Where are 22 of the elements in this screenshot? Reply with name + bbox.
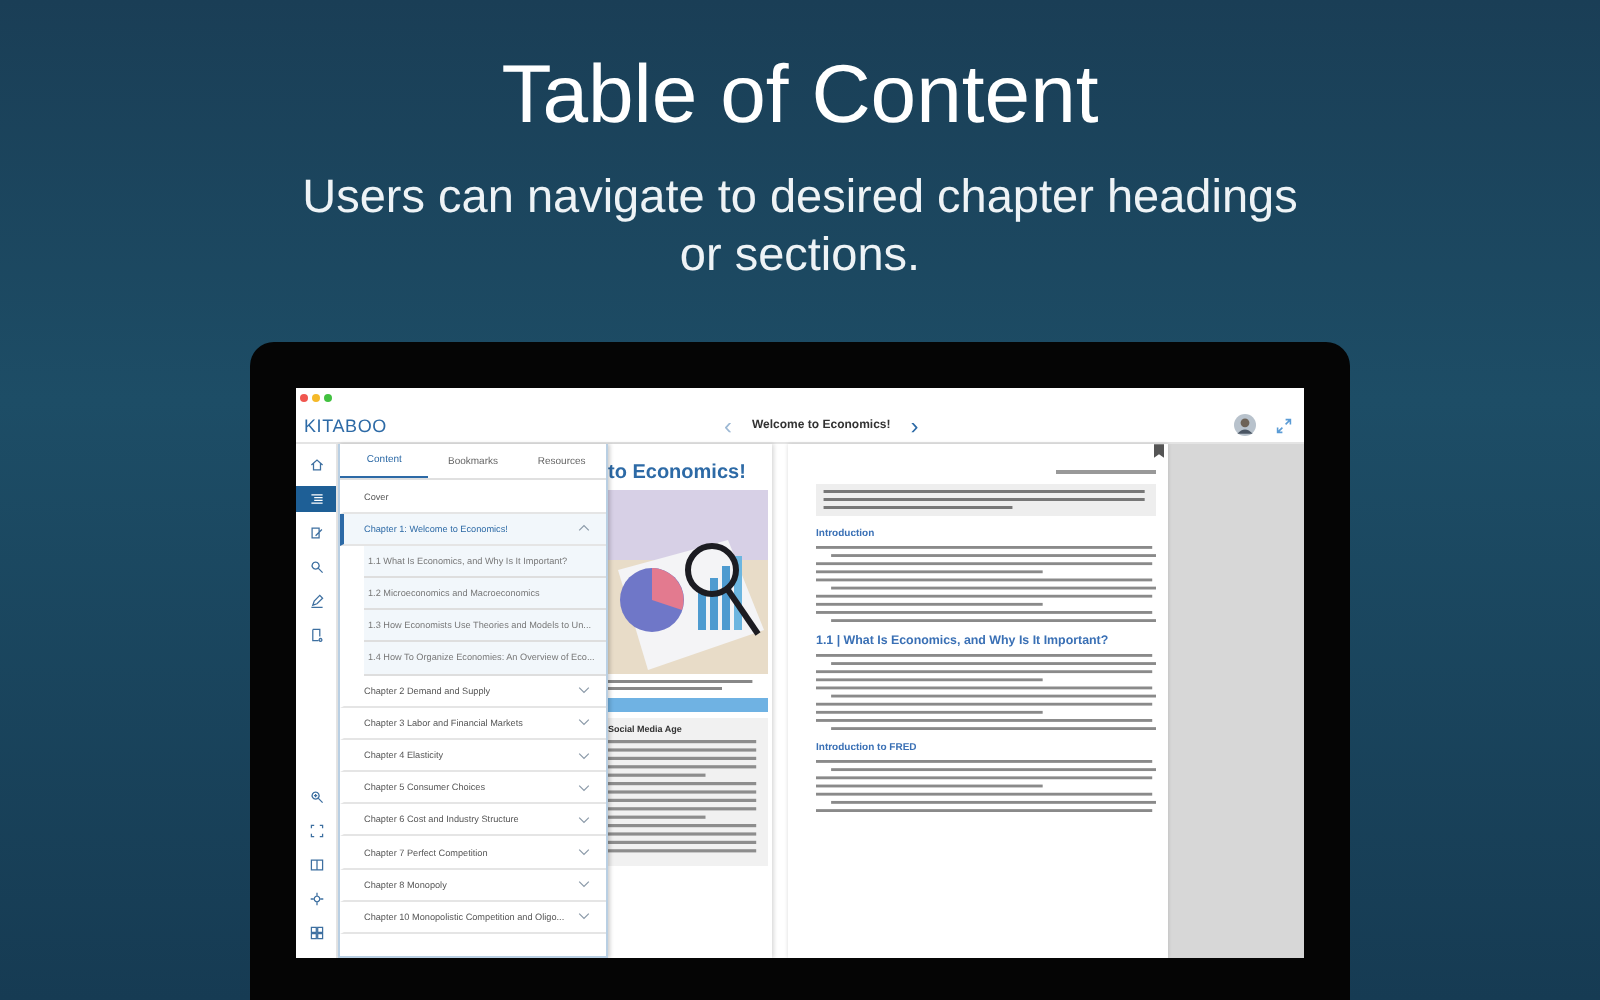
chevron-icon[interactable] [578,815,590,824]
chevron-icon[interactable] [578,783,590,792]
banner-subtitle: Users can navigate to desired chapter headings or sections. [300,168,1300,284]
close-button[interactable] [300,394,308,403]
minimize-button[interactable] [312,394,320,403]
next-button[interactable]: › [910,413,919,438]
avatar-icon[interactable] [1234,414,1256,437]
expand-icon[interactable] [1276,417,1292,434]
app-logo: KITABOO [304,415,389,436]
chevron-icon[interactable] [578,686,590,695]
chevron-icon[interactable] [578,751,590,760]
zoom-button[interactable] [324,394,332,403]
chevron-icon[interactable] [578,718,590,727]
chevron-icon[interactable] [578,848,590,857]
chevron-icon[interactable] [578,524,590,533]
chapter-heading: to Economics! [608,462,748,485]
banner-title: Table of Content [501,48,1099,140]
toc-icon[interactable] [296,486,336,513]
chevron-icon[interactable] [578,880,590,889]
bookmark-icon[interactable] [1154,444,1164,459]
chevron-icon[interactable] [578,912,590,921]
running-header-drawing [1056,470,1156,475]
